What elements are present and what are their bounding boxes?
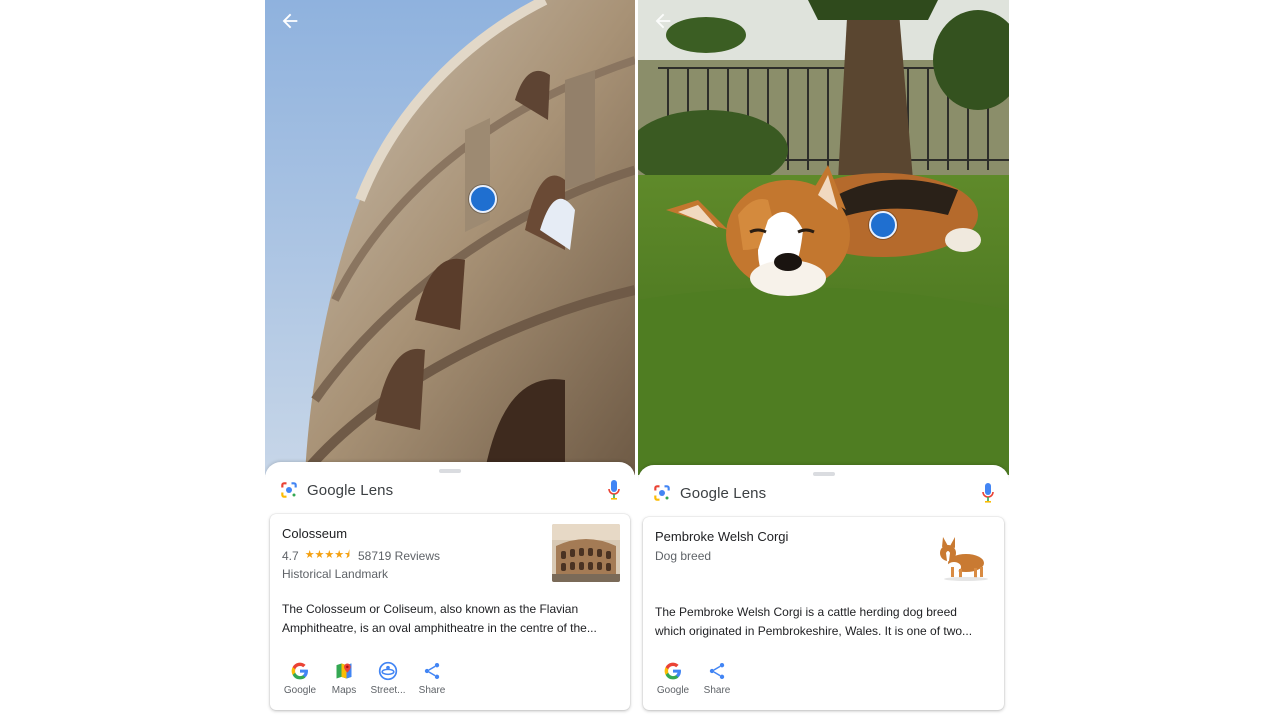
google-lens-icon	[654, 485, 670, 501]
result-title: Colosseum	[282, 526, 348, 541]
action-street-view[interactable]: Street...	[366, 661, 410, 696]
result-category: Historical Landmark	[282, 567, 389, 581]
phone-screen-corgi: Google Lens Pembroke Welsh Corgi Dog bre…	[638, 0, 1009, 720]
street-view-icon	[378, 661, 398, 681]
selection-dot[interactable]	[469, 185, 497, 213]
result-card-colosseum[interactable]: Colosseum 4.7 ★★★★⯨ 58719 Reviews Histor…	[270, 514, 630, 710]
action-share[interactable]: Share	[695, 661, 739, 696]
lens-search-bar: Google Lens	[652, 479, 995, 507]
selection-dot[interactable]	[869, 211, 897, 239]
microphone-icon[interactable]	[607, 479, 621, 501]
lens-search-bar: Google Lens	[279, 476, 621, 504]
action-maps[interactable]: Maps	[322, 661, 366, 696]
rating-row: 4.7 ★★★★⯨ 58719 Reviews	[282, 546, 440, 565]
action-share[interactable]: Share	[410, 661, 454, 696]
result-title: Pembroke Welsh Corgi	[655, 529, 789, 544]
result-card-corgi[interactable]: Pembroke Welsh Corgi Dog breed The Pembr…	[643, 517, 1004, 710]
rating-value: 4.7	[282, 548, 299, 563]
google-lens-icon	[281, 482, 297, 498]
google-lens-title: Google Lens	[680, 484, 767, 502]
corgi-photo	[638, 0, 1009, 475]
back-arrow-icon[interactable]	[652, 10, 674, 32]
results-sheet: Google Lens Colosseum 4.7 ★★★★⯨ 58719 Re…	[265, 462, 635, 720]
action-row: Google Maps Street... Share	[278, 661, 454, 696]
colosseum-thumbnail[interactable]	[552, 524, 620, 582]
result-category: Dog breed	[655, 549, 712, 563]
google-icon	[291, 662, 308, 680]
google-icon	[664, 662, 681, 680]
camera-viewfinder-corgi[interactable]	[638, 0, 1009, 475]
google-lens-title: Google Lens	[307, 481, 394, 499]
action-row: Google Share	[651, 661, 739, 696]
microphone-icon[interactable]	[981, 482, 995, 504]
corgi-thumbnail[interactable]	[926, 527, 994, 585]
review-count[interactable]: 58719 Reviews	[358, 549, 440, 563]
camera-viewfinder-colosseum[interactable]	[265, 0, 635, 475]
result-description: The Colosseum or Coliseum, also known as…	[282, 602, 597, 635]
drag-handle[interactable]	[812, 472, 835, 476]
results-sheet: Google Lens Pembroke Welsh Corgi Dog bre…	[638, 465, 1009, 720]
result-description: The Pembroke Welsh Corgi is a cattle her…	[655, 605, 973, 638]
phone-screen-colosseum: Google Lens Colosseum 4.7 ★★★★⯨ 58719 Re…	[265, 0, 635, 720]
share-icon	[709, 663, 725, 679]
share-icon	[424, 663, 440, 679]
rating-stars: ★★★★⯨	[304, 549, 350, 561]
colosseum-photo	[265, 0, 635, 475]
maps-icon	[336, 663, 352, 679]
back-arrow-icon[interactable]	[279, 10, 301, 32]
action-google[interactable]: Google	[278, 661, 322, 696]
action-google[interactable]: Google	[651, 661, 695, 696]
drag-handle[interactable]	[439, 469, 461, 473]
